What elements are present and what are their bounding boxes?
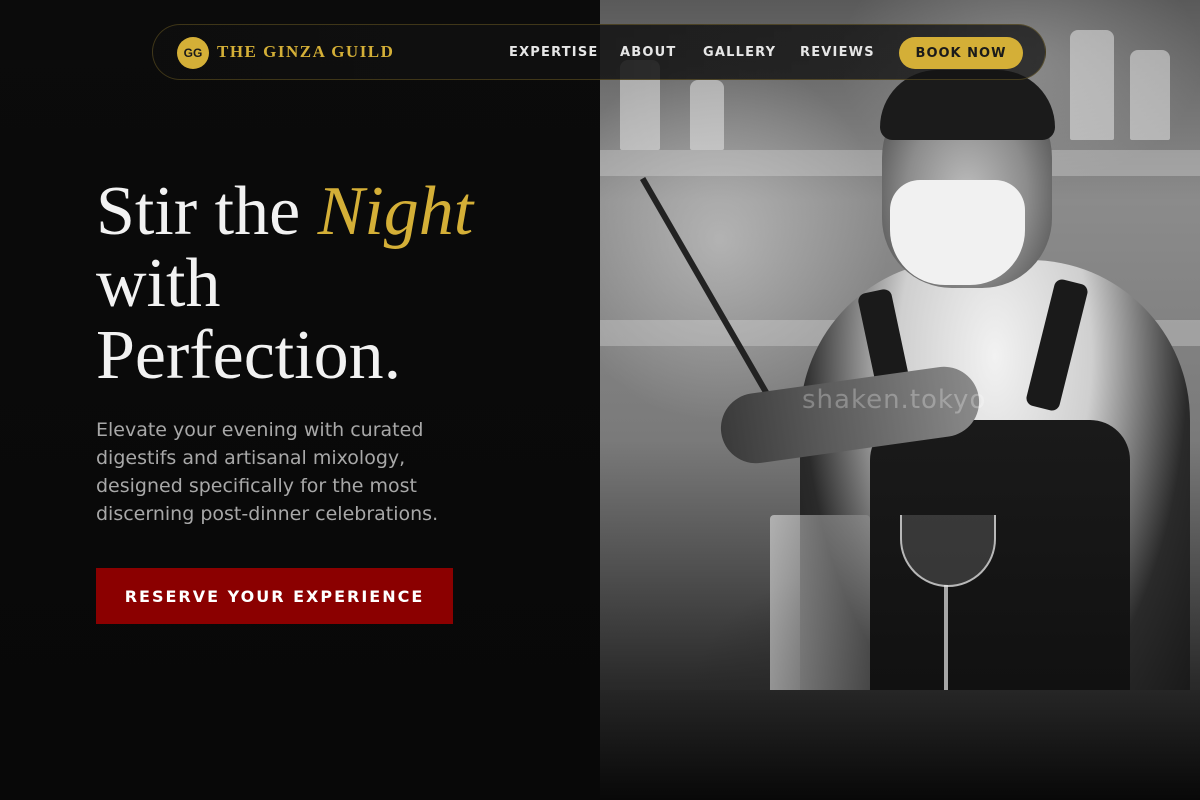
hero-headline: Stir the Night with Perfection. bbox=[96, 176, 473, 392]
reserve-experience-button[interactable]: RESERVE YOUR EXPERIENCE bbox=[96, 568, 453, 624]
photo-mixing-glass bbox=[770, 515, 870, 695]
hero-subtext: Elevate your evening with curated digest… bbox=[96, 419, 439, 525]
photo-watermark: shaken.tokyo bbox=[802, 385, 987, 415]
photo-bottle bbox=[1130, 50, 1170, 140]
nav-link-expertise[interactable]: EXPERTISE bbox=[509, 45, 599, 60]
headline-line-2: with bbox=[96, 245, 221, 322]
nav-link-about[interactable]: ABOUT bbox=[620, 45, 676, 60]
book-now-button[interactable]: BOOK NOW bbox=[899, 37, 1023, 69]
headline-line-3: Perfection. bbox=[96, 317, 402, 394]
photo-bar-counter bbox=[600, 690, 1200, 800]
headline-accent-word: Night bbox=[317, 173, 474, 250]
nav-link-reviews[interactable]: REVIEWS bbox=[800, 45, 875, 60]
hero-left-panel bbox=[0, 0, 600, 800]
nav-link-gallery[interactable]: GALLERY bbox=[703, 45, 776, 60]
brand-logo-badge[interactable]: GG bbox=[177, 37, 209, 69]
photo-face-mask bbox=[890, 180, 1025, 285]
photo-bottle bbox=[690, 80, 724, 150]
top-navbar: GG THE GINZA GUILD EXPERTISE ABOUT GALLE… bbox=[152, 24, 1046, 80]
photo-bottle bbox=[1070, 30, 1114, 140]
photo-bartender-hair bbox=[880, 70, 1055, 140]
headline-text: Stir the bbox=[96, 173, 318, 250]
photo-glass-stem bbox=[944, 585, 948, 705]
brand-name[interactable]: THE GINZA GUILD bbox=[217, 42, 394, 62]
